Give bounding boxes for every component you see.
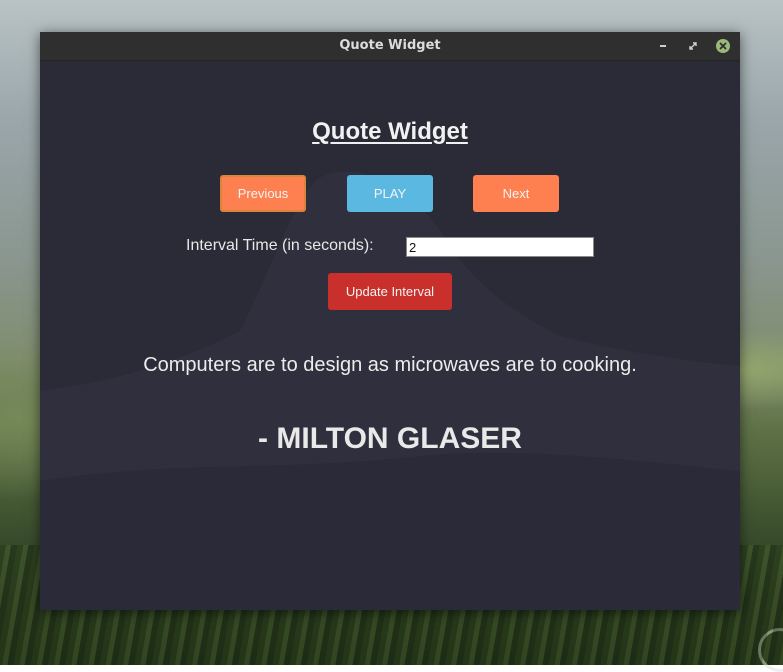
play-button[interactable]: PLAY bbox=[347, 175, 433, 212]
interval-label: Interval Time (in seconds): bbox=[186, 237, 374, 254]
update-interval-button[interactable]: Update Interval bbox=[328, 273, 452, 310]
app-window: Quote Widget Quote Widget Previous PLAY … bbox=[40, 32, 740, 610]
previous-button[interactable]: Previous bbox=[220, 175, 306, 212]
window-title: Quote Widget bbox=[339, 38, 441, 53]
quote-text: Computers are to design as microwaves ar… bbox=[143, 354, 637, 376]
window-content: Quote Widget Previous PLAY Next Interval… bbox=[40, 61, 740, 610]
window-titlebar[interactable]: Quote Widget bbox=[40, 32, 740, 61]
minimize-icon[interactable] bbox=[656, 39, 670, 53]
page-title: Quote Widget bbox=[312, 118, 468, 145]
desktop-corner-widget bbox=[758, 628, 783, 672]
interval-input[interactable] bbox=[406, 237, 594, 257]
quote-author: - MILTON GLASER bbox=[258, 422, 522, 455]
maximize-icon[interactable] bbox=[686, 39, 700, 53]
close-icon[interactable] bbox=[716, 39, 730, 53]
next-button[interactable]: Next bbox=[473, 175, 559, 212]
